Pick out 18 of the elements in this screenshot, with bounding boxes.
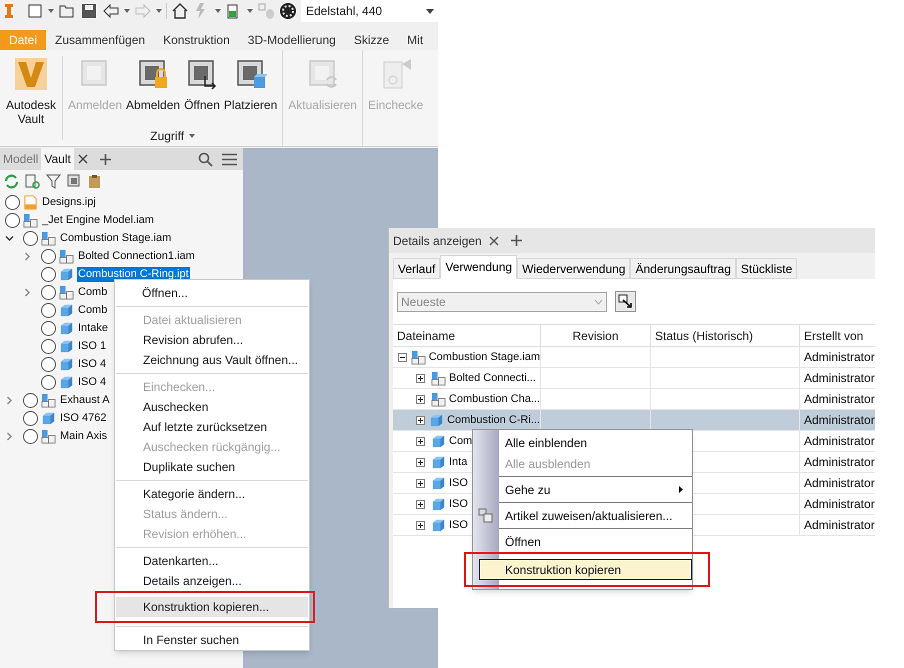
table-cell-text: Administrator bbox=[803, 454, 875, 471]
table-cell-text: Administrator bbox=[803, 370, 875, 387]
table-cell-text: Administrator bbox=[803, 496, 875, 513]
table-cell-text: Administrator bbox=[803, 349, 875, 366]
table-cell-text: Inta bbox=[449, 454, 468, 470]
table-cell-text: ISO bbox=[449, 518, 468, 533]
table-cell-text: Combustion Cha... bbox=[448, 392, 540, 407]
table-cell-text: ISO bbox=[449, 496, 468, 512]
table-cell-text: Combustion C-Ri... bbox=[447, 412, 540, 428]
table-cell-text: Combustion Stage.iam bbox=[428, 350, 540, 365]
table-cell-text: Administrator bbox=[803, 391, 875, 408]
table-cell-text: ISO bbox=[449, 476, 468, 491]
table-cell-text: Administrator bbox=[803, 517, 875, 534]
table-cell-text: Administrator bbox=[803, 412, 875, 429]
table-cell-text: Bolted Connecti... bbox=[449, 370, 536, 386]
table-cell-text: Administrator bbox=[803, 433, 875, 450]
table-cell-text: Administrator bbox=[803, 475, 875, 492]
table-cell-text: Com bbox=[449, 434, 472, 449]
